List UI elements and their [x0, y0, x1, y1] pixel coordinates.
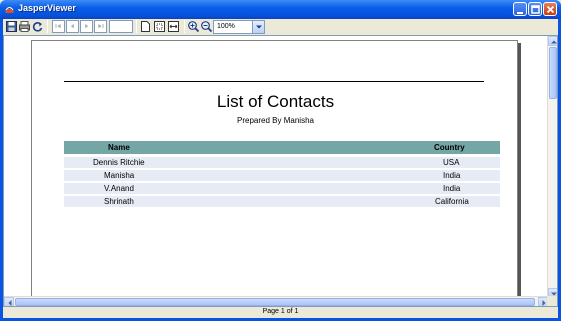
vertical-scroll-thumb[interactable]: [549, 47, 557, 99]
row-country: India: [443, 184, 461, 193]
column-header-band: Name Country: [64, 141, 500, 154]
page-number-input[interactable]: [109, 20, 133, 33]
row-name: Manisha: [104, 171, 135, 180]
scrollbar-corner: [547, 296, 557, 306]
column-header-name: Name: [108, 143, 130, 152]
window-title: JasperViewer: [18, 3, 76, 13]
report-title: List of Contacts: [216, 92, 335, 111]
close-button[interactable]: [543, 2, 557, 16]
row-country: India: [443, 171, 461, 180]
scroll-up-button[interactable]: [548, 36, 557, 46]
table-row: Manisha India: [64, 170, 500, 181]
toolbar-separator: [47, 20, 48, 33]
title-bar[interactable]: JasperViewer: [0, 0, 561, 19]
zoom-dropdown-button[interactable]: [252, 21, 264, 33]
zoom-out-icon[interactable]: [200, 20, 213, 33]
save-icon[interactable]: [5, 20, 18, 33]
zoom-level-value: 100%: [217, 23, 235, 30]
row-name: V.Anand: [104, 184, 134, 193]
print-icon[interactable]: [18, 20, 31, 33]
chevron-down-icon: [256, 25, 262, 29]
arrow-up-icon: [551, 40, 557, 44]
fit-page-icon[interactable]: [153, 20, 166, 33]
maximize-icon: [531, 5, 540, 14]
toolbar: 100%: [3, 19, 558, 35]
row-name: Shrinath: [104, 197, 134, 206]
fit-width-icon[interactable]: [167, 20, 180, 33]
toolbar-separator: [136, 20, 137, 33]
minimize-button[interactable]: [513, 2, 527, 16]
column-header-country: Country: [434, 143, 465, 152]
row-country: California: [435, 197, 469, 206]
zoom-level-select[interactable]: 100%: [213, 20, 265, 34]
java-cup-icon: [5, 7, 14, 13]
jasper-viewer-window: JasperViewer 100% List of Contacts Prepa…: [0, 0, 561, 321]
next-page-icon[interactable]: [80, 20, 93, 33]
report-page: List of Contacts Prepared By Manisha Nam…: [31, 40, 518, 302]
actual-size-icon[interactable]: [139, 20, 152, 33]
table-row: Dennis Ritchie USA: [64, 157, 500, 168]
vertical-scrollbar[interactable]: [547, 36, 557, 298]
window-client: 100% List of Contacts Prepared By Manish…: [3, 19, 558, 318]
first-page-icon[interactable]: [52, 20, 65, 33]
scroll-left-button[interactable]: [4, 297, 14, 306]
horizontal-scroll-thumb[interactable]: [15, 298, 535, 306]
report-subtitle: Prepared By Manisha: [237, 116, 314, 125]
row-name: Dennis Ritchie: [93, 158, 145, 167]
close-icon: [546, 5, 555, 14]
maximize-button[interactable]: [528, 2, 542, 16]
row-country: USA: [443, 158, 460, 167]
previous-page-icon[interactable]: [66, 20, 79, 33]
horizontal-scrollbar[interactable]: [4, 296, 548, 306]
toolbar-separator: [184, 20, 185, 33]
report-header-rule: [64, 81, 484, 82]
table-row: V.Anand India: [64, 183, 500, 194]
last-page-icon[interactable]: [94, 20, 107, 33]
arrow-left-icon: [8, 300, 12, 306]
page-indicator: Page 1 of 1: [262, 308, 299, 315]
reload-icon[interactable]: [31, 20, 44, 33]
zoom-in-icon[interactable]: [187, 20, 200, 33]
status-bar: Page 1 of 1: [3, 307, 558, 318]
report-viewport[interactable]: List of Contacts Prepared By Manisha Nam…: [3, 35, 558, 307]
table-row: Shrinath California: [64, 196, 500, 207]
minimize-icon: [517, 12, 523, 14]
